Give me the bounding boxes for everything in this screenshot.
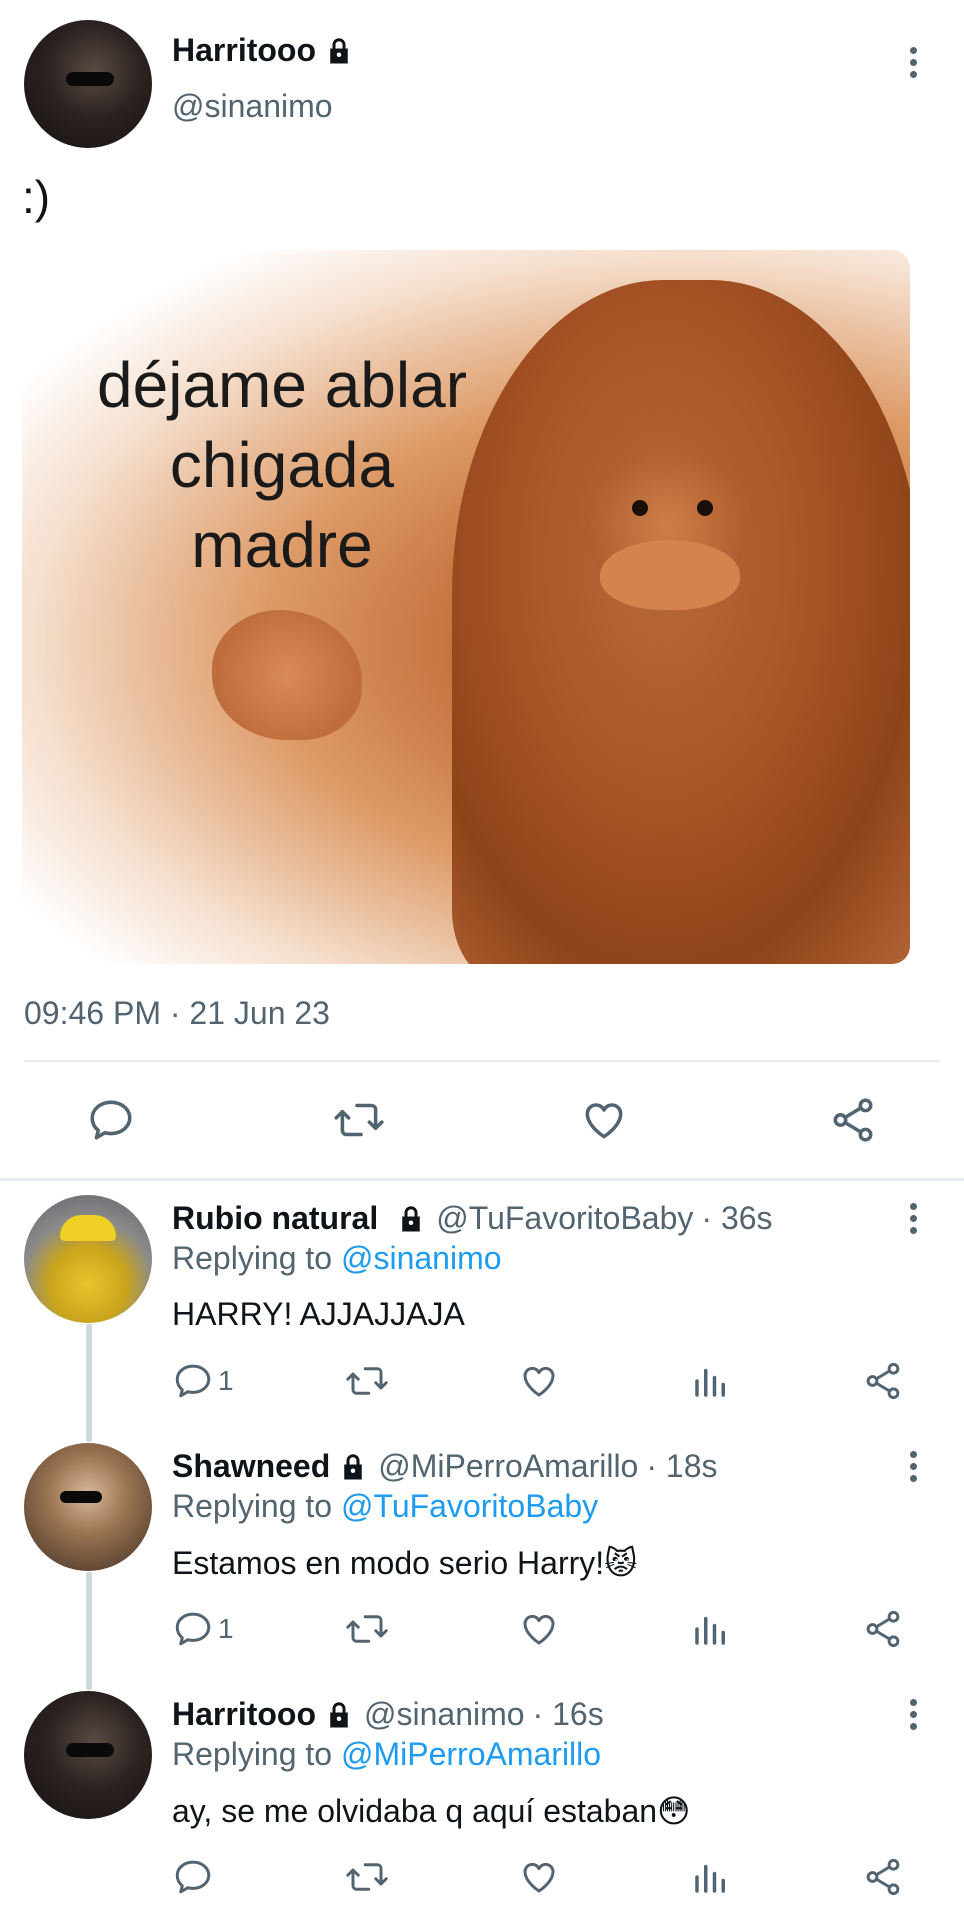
reply-handle[interactable]: @sinanimo: [364, 1696, 525, 1733]
reply-icon: [175, 1364, 211, 1398]
more-icon[interactable]: [898, 1198, 928, 1238]
replying-mention[interactable]: @MiPerroAmarillo: [341, 1736, 601, 1772]
reply-age[interactable]: · 36s: [701, 1200, 772, 1237]
section-separator: [0, 1178, 964, 1181]
replying-label: Replying to: [172, 1736, 333, 1772]
avatar[interactable]: [24, 1195, 152, 1323]
more-icon[interactable]: [898, 42, 928, 82]
tweet-image[interactable]: déjame ablar chigada madre: [22, 250, 910, 964]
share-icon: [866, 1610, 900, 1648]
author-handle[interactable]: @sinanimo: [172, 88, 333, 125]
reply-button[interactable]: 1: [172, 1608, 234, 1650]
replying-to: Replying to @MiPerroAmarillo: [172, 1736, 601, 1773]
reply-icon: [175, 1860, 211, 1894]
reply-author-row: Rubio natural @TuFavoritoBaby · 36s: [172, 1200, 773, 1237]
views-button[interactable]: [690, 1360, 732, 1402]
author-name-row: Harritooo: [172, 32, 354, 69]
reply-age[interactable]: · 18s: [646, 1448, 717, 1485]
avatar-hat: [60, 1215, 116, 1241]
tweet-text: :): [22, 171, 51, 223]
reply-author-row: Shawneed @MiPerroAmarillo · 18s: [172, 1448, 717, 1485]
more-icon[interactable]: [898, 1446, 928, 1486]
retweet-icon: [334, 1103, 384, 1137]
like-button[interactable]: [518, 1360, 560, 1402]
views-button[interactable]: [690, 1608, 732, 1650]
meme-eye-left: [632, 500, 648, 516]
reply-count: 1: [218, 1613, 234, 1644]
reply-button[interactable]: 1: [172, 1360, 234, 1402]
share-icon: [833, 1098, 873, 1142]
share-button[interactable]: [862, 1360, 904, 1402]
retweet-icon: [346, 1615, 388, 1643]
share-icon: [866, 1362, 900, 1400]
reply-icon: [175, 1612, 211, 1646]
meme-orangutan-mouth: [600, 540, 740, 610]
replying-label: Replying to: [172, 1488, 333, 1524]
avatar[interactable]: [24, 20, 152, 148]
meme-eye-right: [697, 500, 713, 516]
avatar-glasses: [60, 1491, 102, 1503]
divider: [24, 1060, 940, 1062]
retweet-button[interactable]: [332, 1095, 386, 1145]
replying-to: Replying to @sinanimo: [172, 1240, 502, 1277]
avatar-glasses: [66, 72, 114, 86]
meme-caption: déjame ablar chigada madre: [22, 345, 542, 585]
tweet-timestamp[interactable]: 09:46 PM · 21 Jun 23: [24, 995, 330, 1032]
reply-button[interactable]: [172, 1856, 214, 1898]
reply-handle[interactable]: @TuFavoritoBaby: [436, 1200, 693, 1237]
share-button[interactable]: [862, 1608, 904, 1650]
retweet-icon: [346, 1863, 388, 1891]
replying-mention[interactable]: @TuFavoritoBaby: [341, 1488, 598, 1524]
retweet-button[interactable]: [344, 1608, 390, 1650]
reply-icon: [90, 1100, 132, 1140]
lock-icon: [330, 37, 348, 63]
reply-text: ay, se me olvidaba q aquí estaban😳: [172, 1793, 691, 1829]
meme-caption-line: madre: [191, 509, 373, 581]
reply-count: 1: [218, 1365, 234, 1396]
avatar-glasses: [66, 1743, 114, 1757]
thread-connector: [86, 1324, 92, 1442]
retweet-button[interactable]: [344, 1856, 390, 1898]
reply-text: HARRY! AJJAJJAJA: [172, 1296, 465, 1332]
avatar[interactable]: [24, 1443, 152, 1571]
views-icon: [695, 1864, 725, 1893]
share-icon: [866, 1858, 900, 1896]
reply-button[interactable]: [86, 1095, 136, 1145]
views-icon: [695, 1616, 725, 1645]
avatar[interactable]: [24, 1691, 152, 1819]
lock-icon: [344, 1453, 363, 1479]
share-button[interactable]: [862, 1856, 904, 1898]
reply-age[interactable]: · 16s: [533, 1696, 604, 1733]
reply-display-name[interactable]: Harritooo: [172, 1696, 316, 1733]
like-button[interactable]: [518, 1608, 560, 1650]
retweet-button[interactable]: [344, 1360, 390, 1402]
author-display-name[interactable]: Harritooo: [172, 32, 316, 69]
meme-orangutan-hand: [212, 610, 362, 740]
reply-author-row: Harritooo @sinanimo · 16s: [172, 1696, 604, 1733]
meme-caption-line: déjame ablar: [97, 349, 467, 421]
reply-handle[interactable]: @MiPerroAmarillo: [378, 1448, 638, 1485]
reply-text: Estamos en modo serio Harry!😾: [172, 1545, 638, 1581]
more-icon[interactable]: [898, 1694, 928, 1734]
like-button[interactable]: [518, 1856, 560, 1898]
thread-connector: [86, 1572, 92, 1690]
replying-to: Replying to @TuFavoritoBaby: [172, 1488, 598, 1525]
reply-display-name[interactable]: Rubio natural: [172, 1200, 378, 1237]
heart-icon: [523, 1862, 555, 1893]
retweet-icon: [346, 1367, 388, 1395]
replying-label: Replying to: [172, 1240, 333, 1276]
share-button[interactable]: [828, 1095, 878, 1145]
heart-icon: [523, 1366, 555, 1397]
views-icon: [695, 1368, 725, 1397]
replying-mention[interactable]: @sinanimo: [341, 1240, 502, 1276]
lock-icon: [330, 1701, 348, 1727]
like-button[interactable]: [579, 1095, 629, 1145]
heart-icon: [585, 1103, 623, 1139]
reply-display-name[interactable]: Shawneed: [172, 1448, 330, 1485]
heart-icon: [523, 1614, 555, 1645]
views-button[interactable]: [690, 1856, 732, 1898]
meme-caption-line: chigada: [169, 429, 395, 501]
lock-icon: [402, 1205, 420, 1231]
